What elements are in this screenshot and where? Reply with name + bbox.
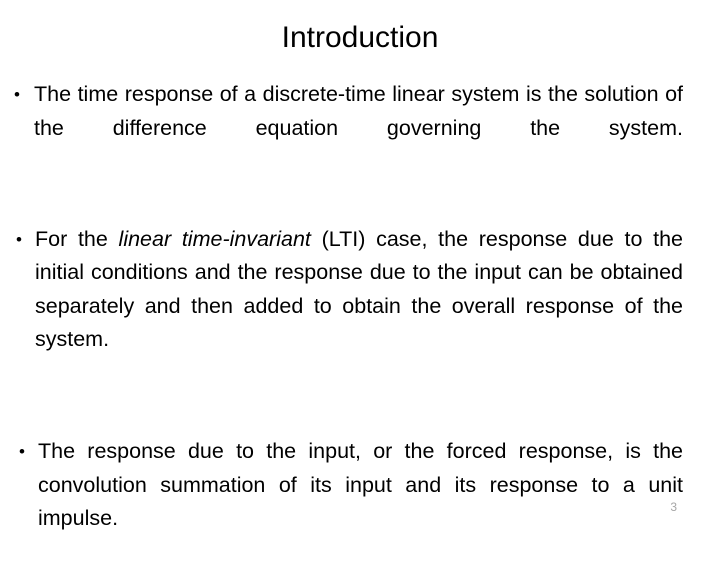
list-item-text-lead: For the xyxy=(35,226,119,251)
bullet-marker-icon: • xyxy=(19,442,25,461)
list-item-text: For the linear time-invariant (LTI) case… xyxy=(35,223,683,391)
list-item-text: The response due to the input, or the fo… xyxy=(38,439,683,530)
bullet-marker-icon: • xyxy=(16,229,22,249)
page-number: 3 xyxy=(670,500,677,514)
bullet-marker-icon: • xyxy=(14,85,20,104)
emphasis-text: linear time-invariant xyxy=(118,226,311,251)
list-item: • For the linear time-invariant (LTI) ca… xyxy=(0,223,720,391)
list-item: • The time response of a discrete-time l… xyxy=(0,78,720,179)
list-item: • The response due to the input, or the … xyxy=(0,435,720,569)
page-title: Introduction xyxy=(281,21,439,54)
list-item-text: The time response of a discrete-time lin… xyxy=(34,82,683,140)
slide: Introduction • The time response of a di… xyxy=(0,0,720,540)
bullet-list: • The time response of a discrete-time l… xyxy=(0,78,720,569)
